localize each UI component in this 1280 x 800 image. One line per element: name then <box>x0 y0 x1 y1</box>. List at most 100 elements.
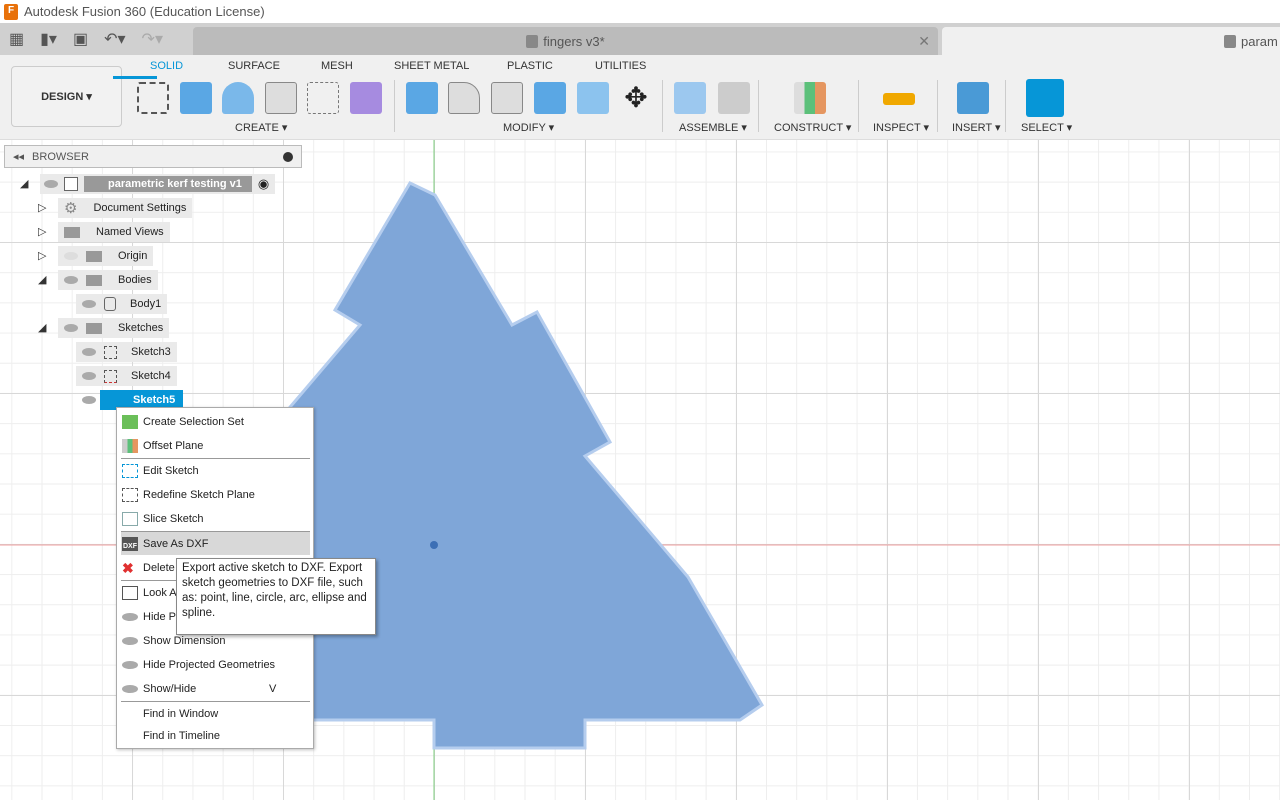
extrude-icon[interactable] <box>180 82 212 114</box>
visibility-eye-icon[interactable] <box>82 372 96 380</box>
component-icon <box>64 177 78 191</box>
tree-item-sketch4[interactable]: Sketch4 <box>76 366 177 386</box>
document-tab-fingers[interactable]: fingers v3* ✕ <box>193 27 938 55</box>
tab-surface[interactable]: SURFACE <box>228 60 280 72</box>
insert-menu[interactable]: INSERT ▾ <box>952 121 1001 134</box>
select-icon[interactable] <box>1026 79 1064 117</box>
item-label: Sketch3 <box>131 346 171 358</box>
document-tab-param[interactable]: param <box>942 27 1280 55</box>
visibility-eye-icon[interactable] <box>64 276 78 284</box>
collapse-arrow-icon[interactable]: ◢ <box>20 177 28 190</box>
menu-item-show-hide[interactable]: Show/Hide V <box>121 677 310 700</box>
assemble-menu[interactable]: ASSEMBLE ▾ <box>679 121 747 134</box>
file-menu-icon[interactable]: ▮▾ <box>40 29 57 49</box>
revolve-icon[interactable] <box>222 82 254 114</box>
divider <box>758 80 759 132</box>
press-pull-icon[interactable] <box>406 82 438 114</box>
collapse-arrow-icon[interactable]: ◢ <box>38 273 46 286</box>
expand-arrow-icon[interactable]: ▷ <box>38 249 46 262</box>
item-label: Look At <box>143 586 180 599</box>
root-label: parametric kerf testing v1 <box>84 176 252 192</box>
hole-icon[interactable] <box>265 82 297 114</box>
fillet-icon[interactable] <box>448 82 480 114</box>
visibility-eye-icon[interactable] <box>82 348 96 356</box>
menu-item-redefine-sketch-plane[interactable]: Redefine Sketch Plane <box>121 483 310 506</box>
redo-icon[interactable]: ↷▾ <box>142 29 163 49</box>
visibility-eye-icon[interactable] <box>82 300 96 308</box>
close-tab-icon[interactable]: ✕ <box>918 33 930 50</box>
expand-arrow-icon[interactable]: ▷ <box>38 225 46 238</box>
tree-item-document-settings[interactable]: ⚙ Document Settings <box>58 198 193 218</box>
menu-item-edit-sketch[interactable]: Edit Sketch <box>121 459 310 482</box>
create-menu[interactable]: CREATE ▾ <box>235 121 287 134</box>
combine-icon[interactable] <box>534 82 566 114</box>
shell-icon[interactable] <box>491 82 523 114</box>
menu-item-offset-plane[interactable]: Offset Plane <box>121 434 310 457</box>
modify-menu[interactable]: MODIFY ▾ <box>503 121 554 134</box>
expand-arrow-icon[interactable]: ▷ <box>38 201 46 214</box>
tree-item-sketches[interactable]: Sketches <box>58 318 170 338</box>
split-body-icon[interactable] <box>577 82 609 114</box>
undo-icon[interactable]: ↶▾ <box>104 29 125 49</box>
tree-item-origin[interactable]: Origin <box>58 246 154 266</box>
menu-item-hide-projected-geometries[interactable]: Hide Projected Geometries <box>121 653 310 676</box>
menu-item-slice-sketch[interactable]: Slice Sketch <box>121 507 310 530</box>
measure-icon[interactable] <box>883 93 915 105</box>
visibility-eye-icon[interactable] <box>44 180 58 188</box>
create-sketch-icon[interactable] <box>137 82 169 114</box>
selection-set-icon <box>122 414 138 429</box>
select-menu[interactable]: SELECT ▾ <box>1021 121 1072 134</box>
hidden-eye-icon[interactable] <box>64 252 78 260</box>
divider <box>858 80 859 132</box>
group-label: SELECT <box>1021 122 1064 134</box>
item-label: Document Settings <box>93 202 187 214</box>
tree-item-named-views[interactable]: Named Views <box>58 222 170 242</box>
folder-icon <box>86 274 102 286</box>
divider <box>662 80 663 132</box>
item-label: Slice Sketch <box>143 512 204 525</box>
tree-item-sketch3[interactable]: Sketch3 <box>76 342 177 362</box>
workspace-switcher[interactable]: DESIGN ▾ <box>11 66 122 127</box>
offset-plane-icon[interactable] <box>794 82 826 114</box>
offset-plane-icon <box>122 438 138 453</box>
tab-mesh[interactable]: MESH <box>321 60 353 72</box>
inspect-menu[interactable]: INSPECT ▾ <box>873 121 929 134</box>
item-label: Named Views <box>96 226 164 238</box>
tab-solid[interactable]: SOLID <box>150 60 183 72</box>
browser-title: BROWSER <box>32 150 89 163</box>
visibility-eye-icon[interactable] <box>64 324 78 332</box>
eye-icon <box>122 612 138 621</box>
divider <box>937 80 938 132</box>
move-icon[interactable]: ✥ <box>620 82 652 114</box>
collapse-arrow-icon[interactable]: ◢ <box>38 321 46 334</box>
apps-grid-icon[interactable]: ▦ <box>9 29 24 49</box>
activate-radio-icon[interactable]: ◉ <box>258 176 269 192</box>
tree-item-bodies[interactable]: Bodies <box>58 270 158 290</box>
tab-sheet-metal[interactable]: SHEET METAL <box>394 60 469 72</box>
item-label: Show/Hide <box>143 682 197 695</box>
menu-item-create-selection-set[interactable]: Create Selection Set <box>121 410 310 433</box>
window-title: Autodesk Fusion 360 (Education License) <box>24 4 265 19</box>
tab-label: param <box>1241 33 1278 49</box>
construct-menu[interactable]: CONSTRUCT ▾ <box>774 121 851 134</box>
collapse-browser-icon[interactable]: ◂◂ <box>13 150 24 163</box>
tree-root[interactable]: parametric kerf testing v1 ◉ <box>40 174 276 194</box>
menu-item-save-as-dxf[interactable]: DXF Save As DXF <box>121 532 310 555</box>
tree-item-body1[interactable]: Body1 <box>76 294 168 314</box>
save-icon[interactable]: ▣ <box>73 29 88 49</box>
joint-icon[interactable] <box>718 82 750 114</box>
create-form-icon[interactable] <box>350 82 382 114</box>
new-component-icon[interactable] <box>674 82 706 114</box>
tab-plastic[interactable]: PLASTIC <box>507 60 553 72</box>
menu-item-find-in-timeline[interactable]: Find in Timeline <box>121 724 310 747</box>
menu-item-find-in-window[interactable]: Find in Window <box>121 702 310 725</box>
item-label: Edit Sketch <box>143 464 199 477</box>
visibility-eye-icon[interactable] <box>82 396 96 404</box>
shortcut-label: V <box>269 682 277 695</box>
group-label: MODIFY <box>503 122 546 134</box>
tab-utilities[interactable]: UTILITIES <box>595 60 646 72</box>
pattern-icon[interactable] <box>307 82 339 114</box>
insert-image-icon[interactable] <box>957 82 989 114</box>
dxf-file-icon: DXF <box>122 536 138 551</box>
minimize-browser-icon[interactable] <box>283 152 293 162</box>
